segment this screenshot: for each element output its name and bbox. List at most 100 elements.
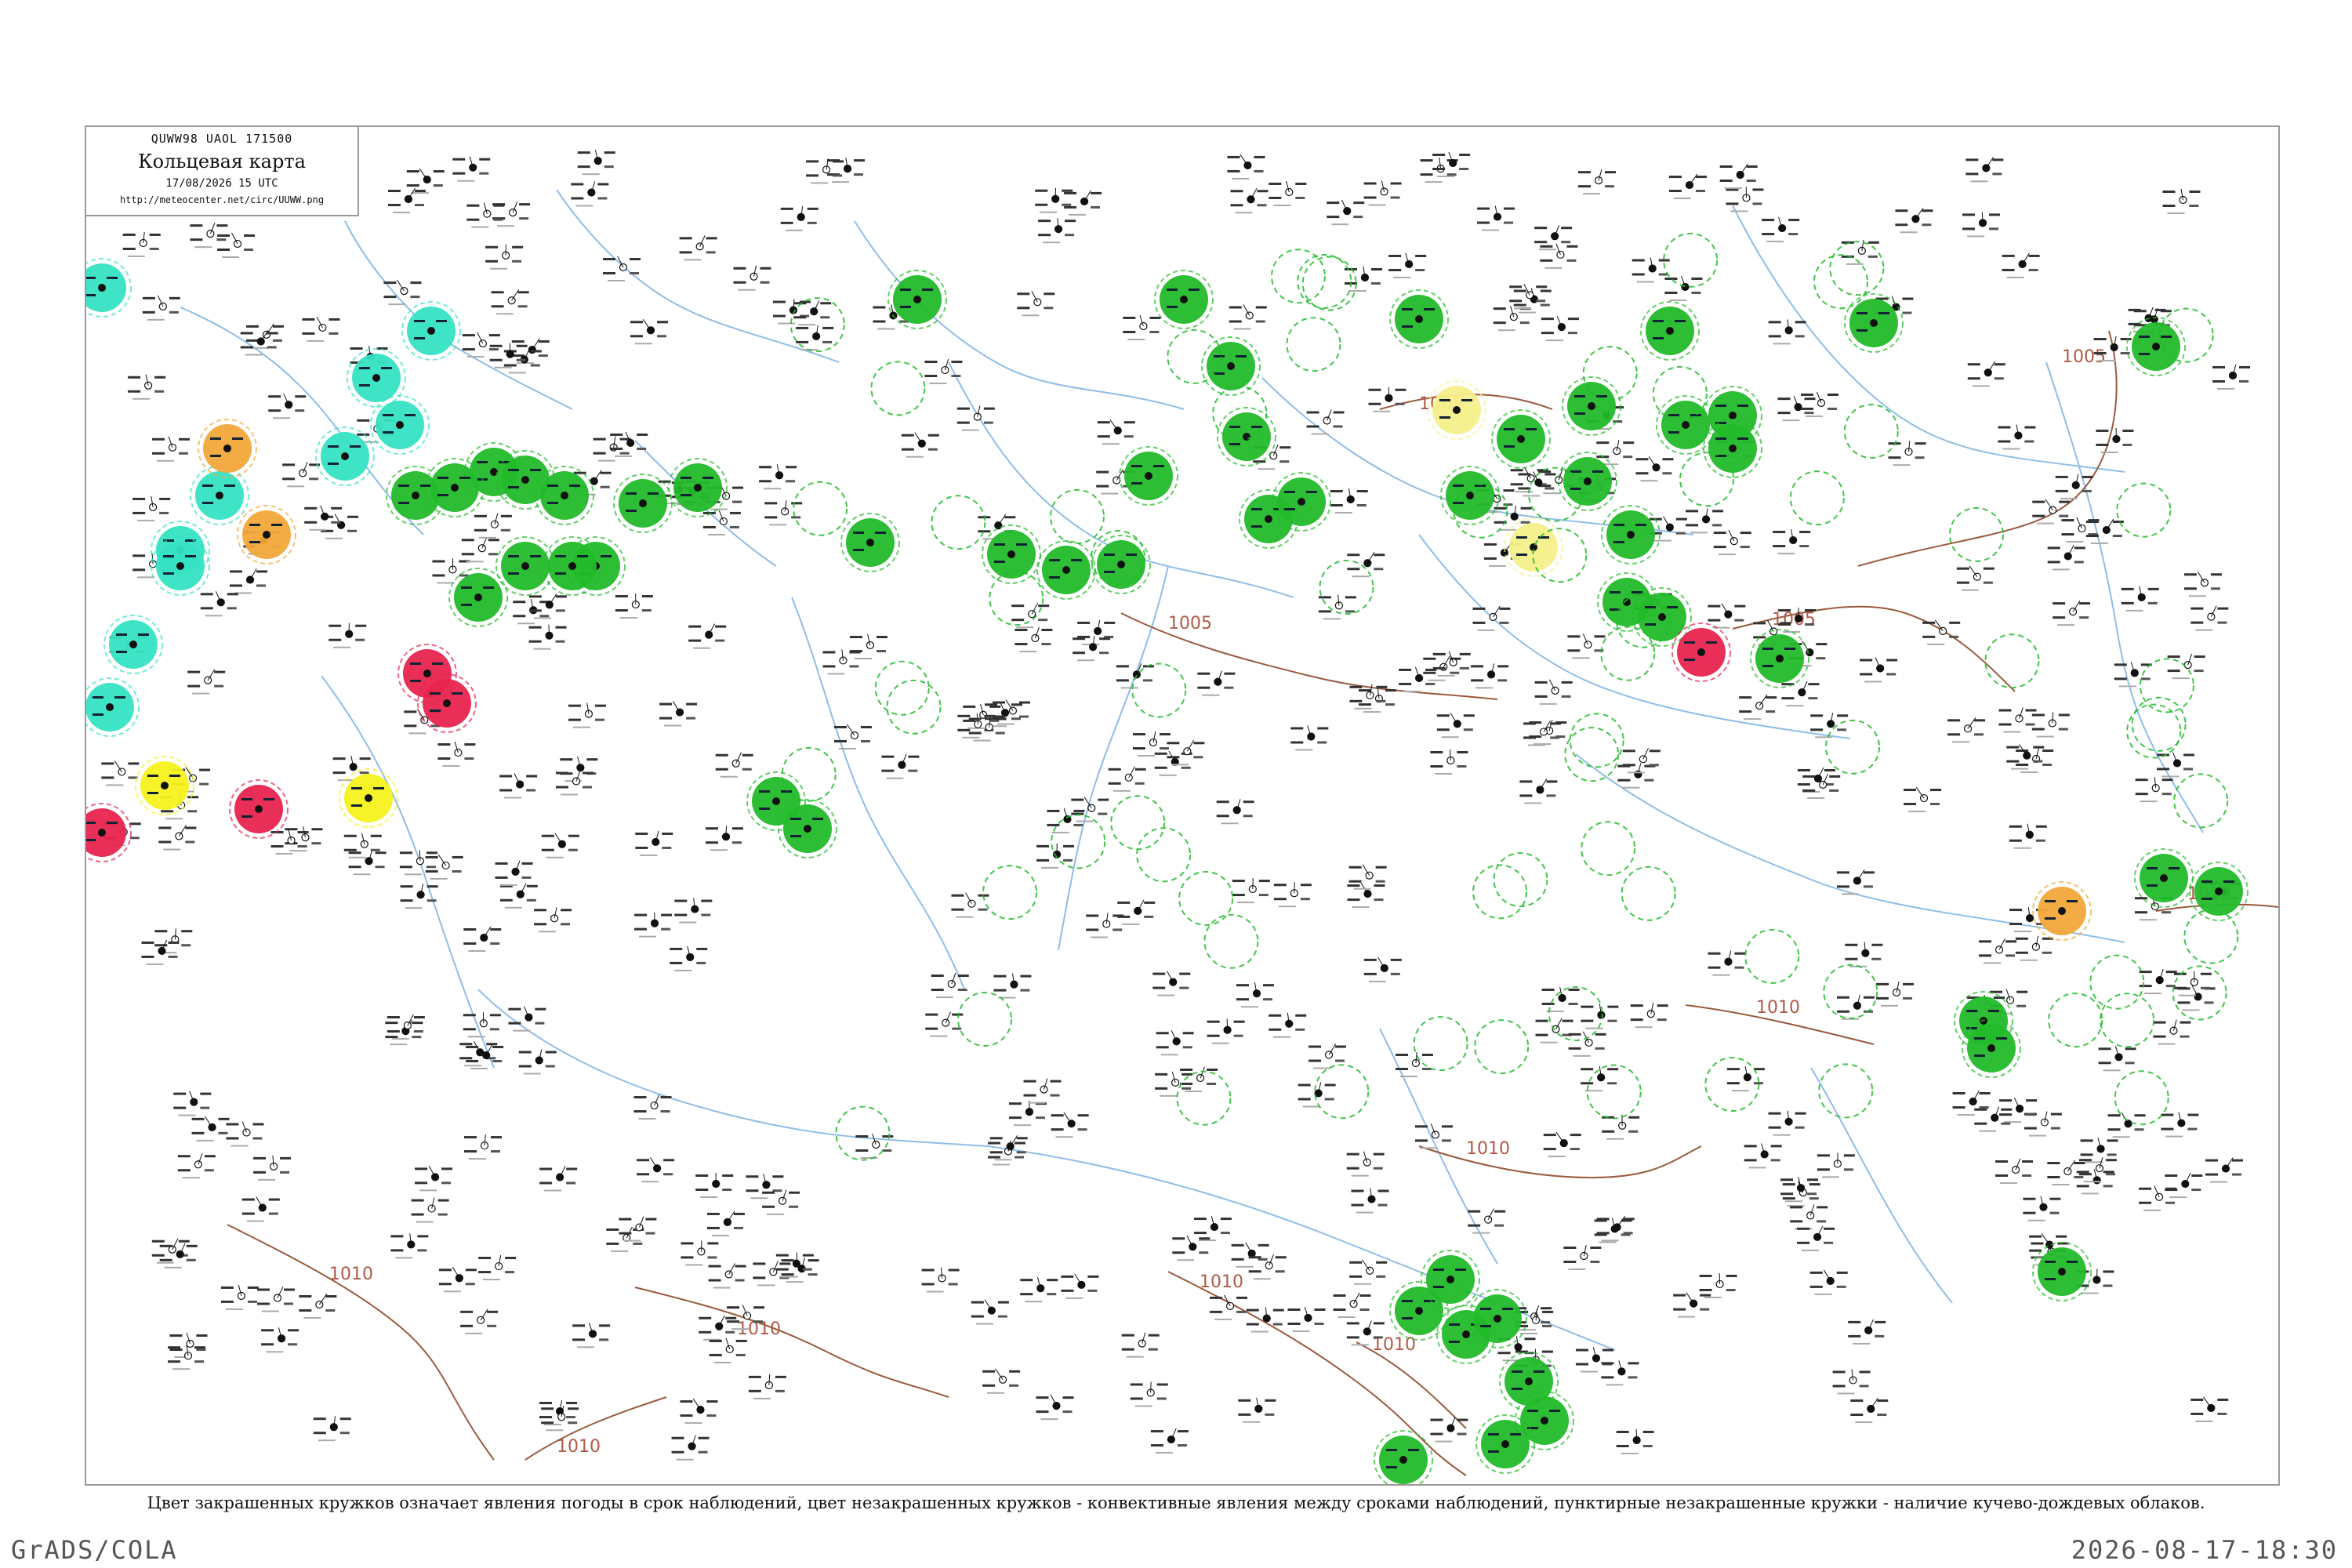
station-glyph	[508, 1006, 546, 1032]
station-glyph	[849, 633, 887, 660]
isobar-line	[1356, 1341, 1467, 1429]
green-weather-marker[interactable]	[1558, 452, 1617, 511]
green-weather-marker[interactable]	[495, 536, 555, 596]
station-glyph	[1904, 786, 1942, 813]
green-weather-marker[interactable]	[1750, 629, 1809, 688]
green-weather-marker[interactable]	[1440, 466, 1500, 525]
station-glyph	[1298, 1082, 1336, 1108]
station-glyph	[1632, 257, 1670, 283]
green-weather-marker[interactable]	[1844, 293, 1904, 353]
pale-yellow-weather-marker[interactable]	[1427, 380, 1486, 440]
cumulonimbus-circle	[1744, 928, 1800, 984]
green-weather-marker[interactable]	[535, 466, 594, 525]
cumulonimbus-circle	[1319, 559, 1374, 615]
isobar-label: 1010	[1466, 1139, 1510, 1159]
station-glyph	[282, 462, 321, 488]
station-glyph	[1860, 657, 1898, 683]
station-glyph	[1534, 225, 1573, 251]
red-weather-marker[interactable]	[1671, 622, 1731, 682]
station-glyph	[1064, 190, 1102, 216]
cyan-weather-marker[interactable]	[86, 677, 140, 737]
orange-weather-marker[interactable]	[2032, 881, 2092, 941]
green-weather-marker[interactable]	[1201, 336, 1261, 396]
station-glyph	[746, 1174, 784, 1200]
map-frame[interactable]: 1005100510051005101010101010101010101010…	[85, 125, 2280, 1486]
green-weather-marker[interactable]	[448, 568, 508, 627]
station-glyph	[1797, 767, 1835, 793]
map-url[interactable]: http://meteocenter.net/circ/UUWW.png	[86, 194, 358, 205]
red-weather-marker[interactable]	[417, 673, 477, 733]
cyan-weather-marker[interactable]	[86, 258, 132, 318]
pale-yellow-weather-marker[interactable]	[1504, 517, 1563, 577]
green-weather-marker[interactable]	[1119, 446, 1178, 506]
station-glyph	[1236, 982, 1274, 1008]
green-weather-marker[interactable]	[1154, 270, 1214, 329]
cyan-weather-marker[interactable]	[401, 301, 461, 361]
station-glyph	[241, 1196, 280, 1222]
river-line	[1732, 205, 2125, 473]
station-glyph	[2031, 712, 2070, 738]
station-glyph	[187, 669, 226, 695]
green-weather-marker[interactable]	[668, 458, 728, 517]
station-glyph	[478, 1254, 517, 1281]
cumulonimbus-circle	[1110, 795, 1166, 851]
station-glyph	[1952, 1090, 1991, 1116]
cumulonimbus-circle	[1984, 633, 2040, 689]
station-glyph	[1430, 749, 1468, 775]
station-glyph	[2190, 605, 2229, 631]
red-weather-marker[interactable]	[86, 803, 132, 862]
station-glyph	[1273, 882, 1312, 908]
orange-weather-marker[interactable]	[237, 505, 296, 564]
cumulonimbus-circle	[2172, 965, 2227, 1021]
green-weather-marker[interactable]	[2032, 1242, 2092, 1301]
station-glyph	[1472, 605, 1511, 631]
station-glyph	[101, 760, 140, 786]
station-glyph	[463, 926, 502, 952]
station-glyph	[2177, 985, 2216, 1011]
cumulonimbus-circle	[1493, 852, 1548, 908]
station-glyph	[1351, 1188, 1389, 1214]
green-weather-marker[interactable]	[840, 513, 900, 572]
yellow-weather-marker[interactable]	[339, 768, 398, 828]
station-glyph	[245, 323, 284, 349]
orange-weather-marker[interactable]	[198, 419, 257, 478]
station-glyph	[1363, 180, 1402, 206]
green-weather-marker[interactable]	[1562, 376, 1621, 436]
green-weather-marker[interactable]	[1036, 540, 1096, 600]
green-weather-marker[interactable]	[613, 474, 673, 533]
station-glyph	[1781, 681, 1820, 707]
station-glyph	[571, 181, 609, 207]
cyan-weather-marker[interactable]	[103, 615, 163, 674]
station-glyph	[1635, 456, 1674, 482]
station-glyph	[1017, 291, 1055, 317]
cyan-weather-marker[interactable]	[347, 348, 406, 408]
station-glyph	[2183, 572, 2222, 597]
cyan-weather-marker[interactable]	[370, 395, 430, 455]
red-weather-marker[interactable]	[229, 779, 289, 839]
green-weather-marker[interactable]	[1475, 1414, 1535, 1474]
cumulonimbus-circle	[1621, 866, 1676, 921]
weather-map[interactable]: 1005100510051005101010101010101010101010…	[86, 127, 2278, 1484]
cumulonimbus-circle	[1564, 727, 1620, 782]
green-weather-marker[interactable]	[1601, 505, 1661, 564]
green-weather-marker[interactable]	[1640, 301, 1700, 361]
station-glyph	[1014, 626, 1053, 653]
green-weather-marker[interactable]	[2126, 317, 2186, 376]
green-weather-marker[interactable]	[1703, 419, 1762, 478]
green-weather-marker[interactable]	[1389, 289, 1449, 349]
station-glyph	[528, 624, 567, 650]
station-glyph	[539, 1166, 578, 1192]
station-glyph	[1832, 1369, 1871, 1395]
green-weather-marker[interactable]	[982, 524, 1041, 584]
green-weather-marker[interactable]	[1491, 409, 1551, 469]
green-weather-marker[interactable]	[1962, 1018, 2021, 1078]
station-glyph	[925, 1011, 964, 1037]
cyan-weather-marker[interactable]	[315, 426, 375, 486]
green-weather-marker[interactable]	[778, 799, 837, 858]
station-glyph	[1368, 387, 1406, 412]
station-glyph	[387, 187, 426, 214]
station-glyph	[217, 232, 256, 258]
station-glyph	[1477, 205, 1515, 231]
green-weather-marker[interactable]	[1374, 1430, 1433, 1484]
cyan-weather-marker[interactable]	[151, 536, 210, 596]
